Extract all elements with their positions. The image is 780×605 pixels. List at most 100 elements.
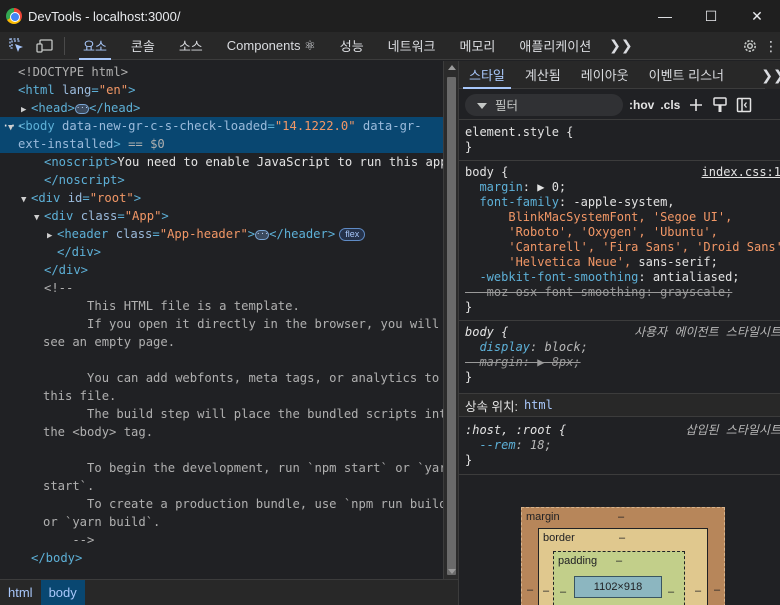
padding-left-value[interactable]: – [560, 586, 566, 598]
dom-node-line[interactable]: The build step will place the bundled sc… [0, 405, 443, 423]
hover-state-button[interactable]: :hov [629, 98, 654, 112]
flex-badge[interactable]: flex [339, 228, 366, 241]
breadcrumb-body[interactable]: body [40, 580, 85, 605]
more-style-tabs-button[interactable]: ❯❯ [761, 61, 780, 89]
border-right-value[interactable]: – [695, 585, 701, 597]
css-declaration[interactable]: margin: ▶ 0; [465, 180, 566, 195]
css-declaration[interactable]: BlinkMacSystemFont, 'Segoe UI', [465, 210, 732, 225]
body-rule-source-link[interactable]: index.css:1 [702, 165, 780, 180]
gear-icon[interactable] [740, 36, 760, 56]
tab-sources[interactable]: 소스 [167, 32, 215, 60]
css-token: : antialiased; [638, 270, 740, 284]
box-model-margin[interactable]: margin – – – border – – – padding – – – … [521, 507, 725, 605]
dom-node-line[interactable]: This HTML file is a template. [0, 297, 443, 315]
dom-node-line[interactable]: To create a production bundle, use `npm … [0, 495, 443, 513]
dom-node-content: <!DOCTYPE html> [18, 63, 128, 81]
dom-node-line[interactable]: If you open it directly in the browser, … [0, 315, 443, 333]
dom-node-line[interactable]: ··· ▼ <body data-new-gr-c-s-check-loaded="… [0, 117, 443, 135]
tab-network[interactable]: 네트워크 [376, 32, 448, 60]
tab-console[interactable]: 콘솔 [119, 32, 167, 60]
dom-node-line[interactable]: ▼ <div class="App"> [0, 207, 443, 225]
device-toolbar-icon[interactable] [34, 35, 56, 57]
margin-left-value[interactable]: – [527, 584, 533, 596]
margin-top-value[interactable]: – [618, 511, 624, 523]
dom-node-line[interactable]: this file. [0, 387, 443, 405]
inspect-element-icon[interactable] [6, 35, 28, 57]
scrollbar-thumb[interactable] [447, 77, 456, 575]
css-declaration[interactable]: 'Cantarell', 'Fira Sans', 'Droid Sans', [465, 240, 780, 255]
css-declaration[interactable]: -webkit-font-smoothing: antialiased; [465, 270, 740, 285]
chrome-icon [6, 8, 22, 24]
css-token: margin: ▶ 8px; [465, 355, 581, 369]
dom-tree-scrollbar[interactable] [443, 61, 458, 579]
dom-text-fragment: If you open it directly in the browser, … [43, 317, 440, 331]
dom-node-line[interactable]: ▼ <div id="root"> [0, 189, 443, 207]
dom-node-line[interactable]: </noscript> [0, 171, 443, 189]
new-style-rule-icon[interactable] [688, 97, 704, 113]
dom-node-line[interactable]: <!DOCTYPE html> [0, 63, 443, 81]
border-top-value[interactable]: – [619, 532, 625, 544]
dom-node-line[interactable]: ▶ <header class="App-header">···</header>… [0, 225, 443, 243]
class-toggle-button[interactable]: .cls [660, 98, 680, 112]
tab-layout[interactable]: 레이아웃 [571, 61, 639, 89]
breadcrumb-html[interactable]: html [0, 580, 41, 605]
css-declaration[interactable]: -moz-osx-font-smoothing: grayscale; [465, 285, 732, 300]
element-style-rule[interactable]: element.style { } [459, 121, 780, 161]
expand-ellipsis-icon[interactable]: ··· [75, 103, 90, 114]
dom-tree[interactable]: <!DOCTYPE html> <html lang="en"> ▶ <head>··… [0, 61, 443, 579]
scroll-up-arrow-icon[interactable] [448, 65, 456, 70]
tab-elements[interactable]: 요소 [71, 32, 119, 60]
dom-node-line[interactable] [0, 351, 443, 369]
tab-event-listeners[interactable]: 이벤트 리스너 [639, 61, 734, 89]
styles-filter-input[interactable]: 필터 [465, 93, 623, 116]
dom-node-line[interactable]: <!-- [0, 279, 443, 297]
customize-menu-button[interactable]: ⋮ [764, 36, 778, 56]
dom-node-line[interactable] [0, 441, 443, 459]
tab-memory[interactable]: 메모리 [448, 32, 508, 60]
close-button[interactable]: ✕ [734, 0, 780, 32]
dom-node-line[interactable]: ▶ <head>···</head> [0, 99, 443, 117]
box-model-content[interactable]: 1102×918 [574, 576, 662, 598]
dom-node-line[interactable]: ext-installed> == $0 [0, 135, 443, 153]
body-style-rule[interactable]: body { index.css:1 margin: ▶ 0; font-fam… [459, 161, 780, 321]
user-agent-style-rule[interactable]: body { 사용자 에이전트 스타일시트 display: block; ma… [459, 321, 780, 391]
tab-styles[interactable]: 스타일 [459, 61, 515, 89]
box-model-border[interactable]: border – – – padding – – – 1102×918 [538, 528, 708, 605]
dom-node-line[interactable]: <noscript>You need to enable JavaScript … [0, 153, 443, 171]
dom-node-line[interactable]: You can add webfonts, meta tags, or anal… [0, 369, 443, 387]
padding-right-value[interactable]: – [668, 586, 674, 598]
tab-computed[interactable]: 계산됨 [515, 61, 571, 89]
dom-node-line[interactable]: To begin the development, run `npm start… [0, 459, 443, 477]
dom-node-line[interactable]: </body> [0, 549, 443, 567]
css-declaration[interactable]: --rem: 18; [465, 438, 551, 453]
paint-brush-icon[interactable] [712, 96, 728, 113]
minimize-button[interactable]: — [642, 0, 688, 32]
expand-ellipsis-icon[interactable]: ··· [255, 229, 270, 240]
css-declaration[interactable]: font-family: -apple-system, [465, 195, 674, 210]
css-declaration[interactable]: 'Roboto', 'Oxygen', 'Ubuntu', [465, 225, 718, 240]
dom-node-line[interactable]: </div> [0, 243, 443, 261]
css-declaration[interactable]: margin: ▶ 8px; [465, 355, 581, 370]
tab-performance[interactable]: 성능 [328, 32, 376, 60]
inherited-html-link[interactable]: html [524, 398, 553, 412]
root-style-rule[interactable]: :host, :root { 삽입된 스타일시트 --rem: 18; } [459, 419, 780, 475]
more-tabs-button[interactable]: ❯❯ [603, 37, 638, 54]
dom-node-line[interactable]: start`. [0, 477, 443, 495]
padding-top-value[interactable]: – [616, 555, 622, 567]
margin-right-value[interactable]: – [714, 584, 720, 596]
border-left-value[interactable]: – [543, 585, 549, 597]
toggle-sidebar-icon[interactable] [736, 97, 752, 113]
css-declaration[interactable]: display: block; [465, 340, 587, 355]
box-model-padding[interactable]: padding – – – 1102×918 [553, 551, 685, 605]
tab-application[interactable]: 애플리케이션 [507, 32, 603, 60]
dom-node-line[interactable]: the <body> tag. [0, 423, 443, 441]
dom-node-line[interactable]: see an empty page. [0, 333, 443, 351]
dom-node-line[interactable]: <html lang="en"> [0, 81, 443, 99]
dom-node-line[interactable]: --> [0, 531, 443, 549]
tab-components[interactable]: Components ⚛ [215, 32, 328, 60]
css-declaration[interactable]: 'Helvetica Neue', sans-serif; [465, 255, 718, 270]
scroll-down-arrow-icon[interactable] [448, 569, 456, 574]
maximize-button[interactable]: ☐ [688, 0, 734, 32]
dom-node-line[interactable]: or `yarn build`. [0, 513, 443, 531]
dom-node-line[interactable]: </div> [0, 261, 443, 279]
